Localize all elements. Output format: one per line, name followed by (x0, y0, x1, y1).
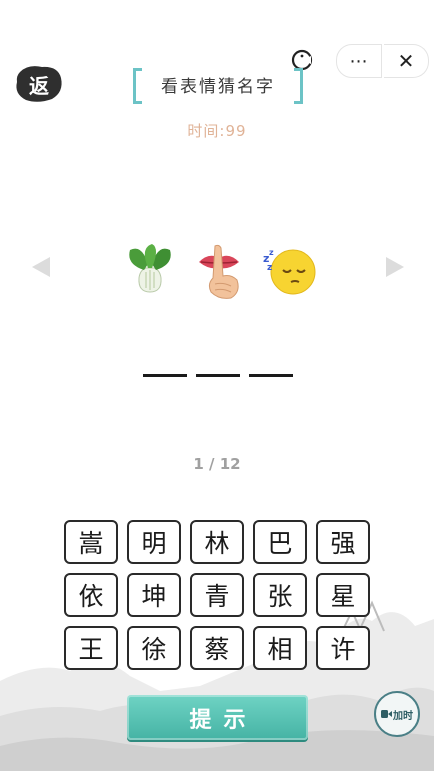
answer-slot[interactable] (143, 374, 187, 377)
bracket-right (294, 68, 303, 104)
add-time-label: 加时 (393, 710, 413, 722)
hint-button[interactable]: 提示 (127, 695, 308, 740)
char-tile[interactable]: 蔡 (190, 626, 244, 670)
char-tile[interactable]: 嵩 (64, 520, 118, 564)
more-options-button[interactable]: ⋯ (336, 44, 382, 78)
char-tile[interactable]: 王 (64, 626, 118, 670)
video-icon (381, 710, 392, 718)
char-tile[interactable]: 林 (190, 520, 244, 564)
close-icon: ✕ (397, 49, 415, 73)
answer-slot[interactable] (196, 374, 240, 377)
char-tile[interactable]: 强 (316, 520, 370, 564)
countdown-timer: 时间:99 (187, 122, 247, 140)
char-tile[interactable]: 许 (316, 626, 370, 670)
next-arrow-icon[interactable] (382, 254, 408, 280)
shush-finger-lips-icon (199, 244, 239, 299)
back-label: 返 (29, 73, 49, 98)
char-tile[interactable]: 相 (253, 626, 307, 670)
level-progress: 1 / 12 (193, 455, 241, 473)
svg-text:z: z (267, 263, 272, 273)
close-button[interactable]: ✕ (384, 44, 429, 78)
char-tile[interactable]: 明 (127, 520, 181, 564)
hint-label: 提示 (189, 706, 258, 733)
add-time-button[interactable]: 加时 (374, 691, 420, 737)
more-icon: ⋯ (349, 50, 369, 72)
page-title: 看表情猜名字 (161, 76, 275, 97)
char-tile[interactable]: 张 (253, 573, 307, 617)
sleeping-face-icon: z z z (263, 248, 316, 295)
bok-choy-icon (129, 244, 171, 293)
char-tile[interactable]: 徐 (127, 626, 181, 670)
back-button[interactable]: 返 (14, 64, 64, 104)
char-tile[interactable]: 巴 (253, 520, 307, 564)
answer-slot[interactable] (249, 374, 293, 377)
character-grid: 嵩 明 林 巴 强 依 坤 青 张 星 王 徐 蔡 相 许 (64, 520, 370, 670)
svg-text:z: z (269, 248, 274, 257)
char-tile[interactable]: 星 (316, 573, 370, 617)
page-title-box: 看表情猜名字 (133, 68, 303, 104)
char-tile[interactable]: 青 (190, 573, 244, 617)
char-tile[interactable]: 依 (64, 573, 118, 617)
previous-arrow-icon[interactable] (28, 254, 54, 280)
char-tile[interactable]: 坤 (127, 573, 181, 617)
bracket-left (133, 68, 142, 104)
